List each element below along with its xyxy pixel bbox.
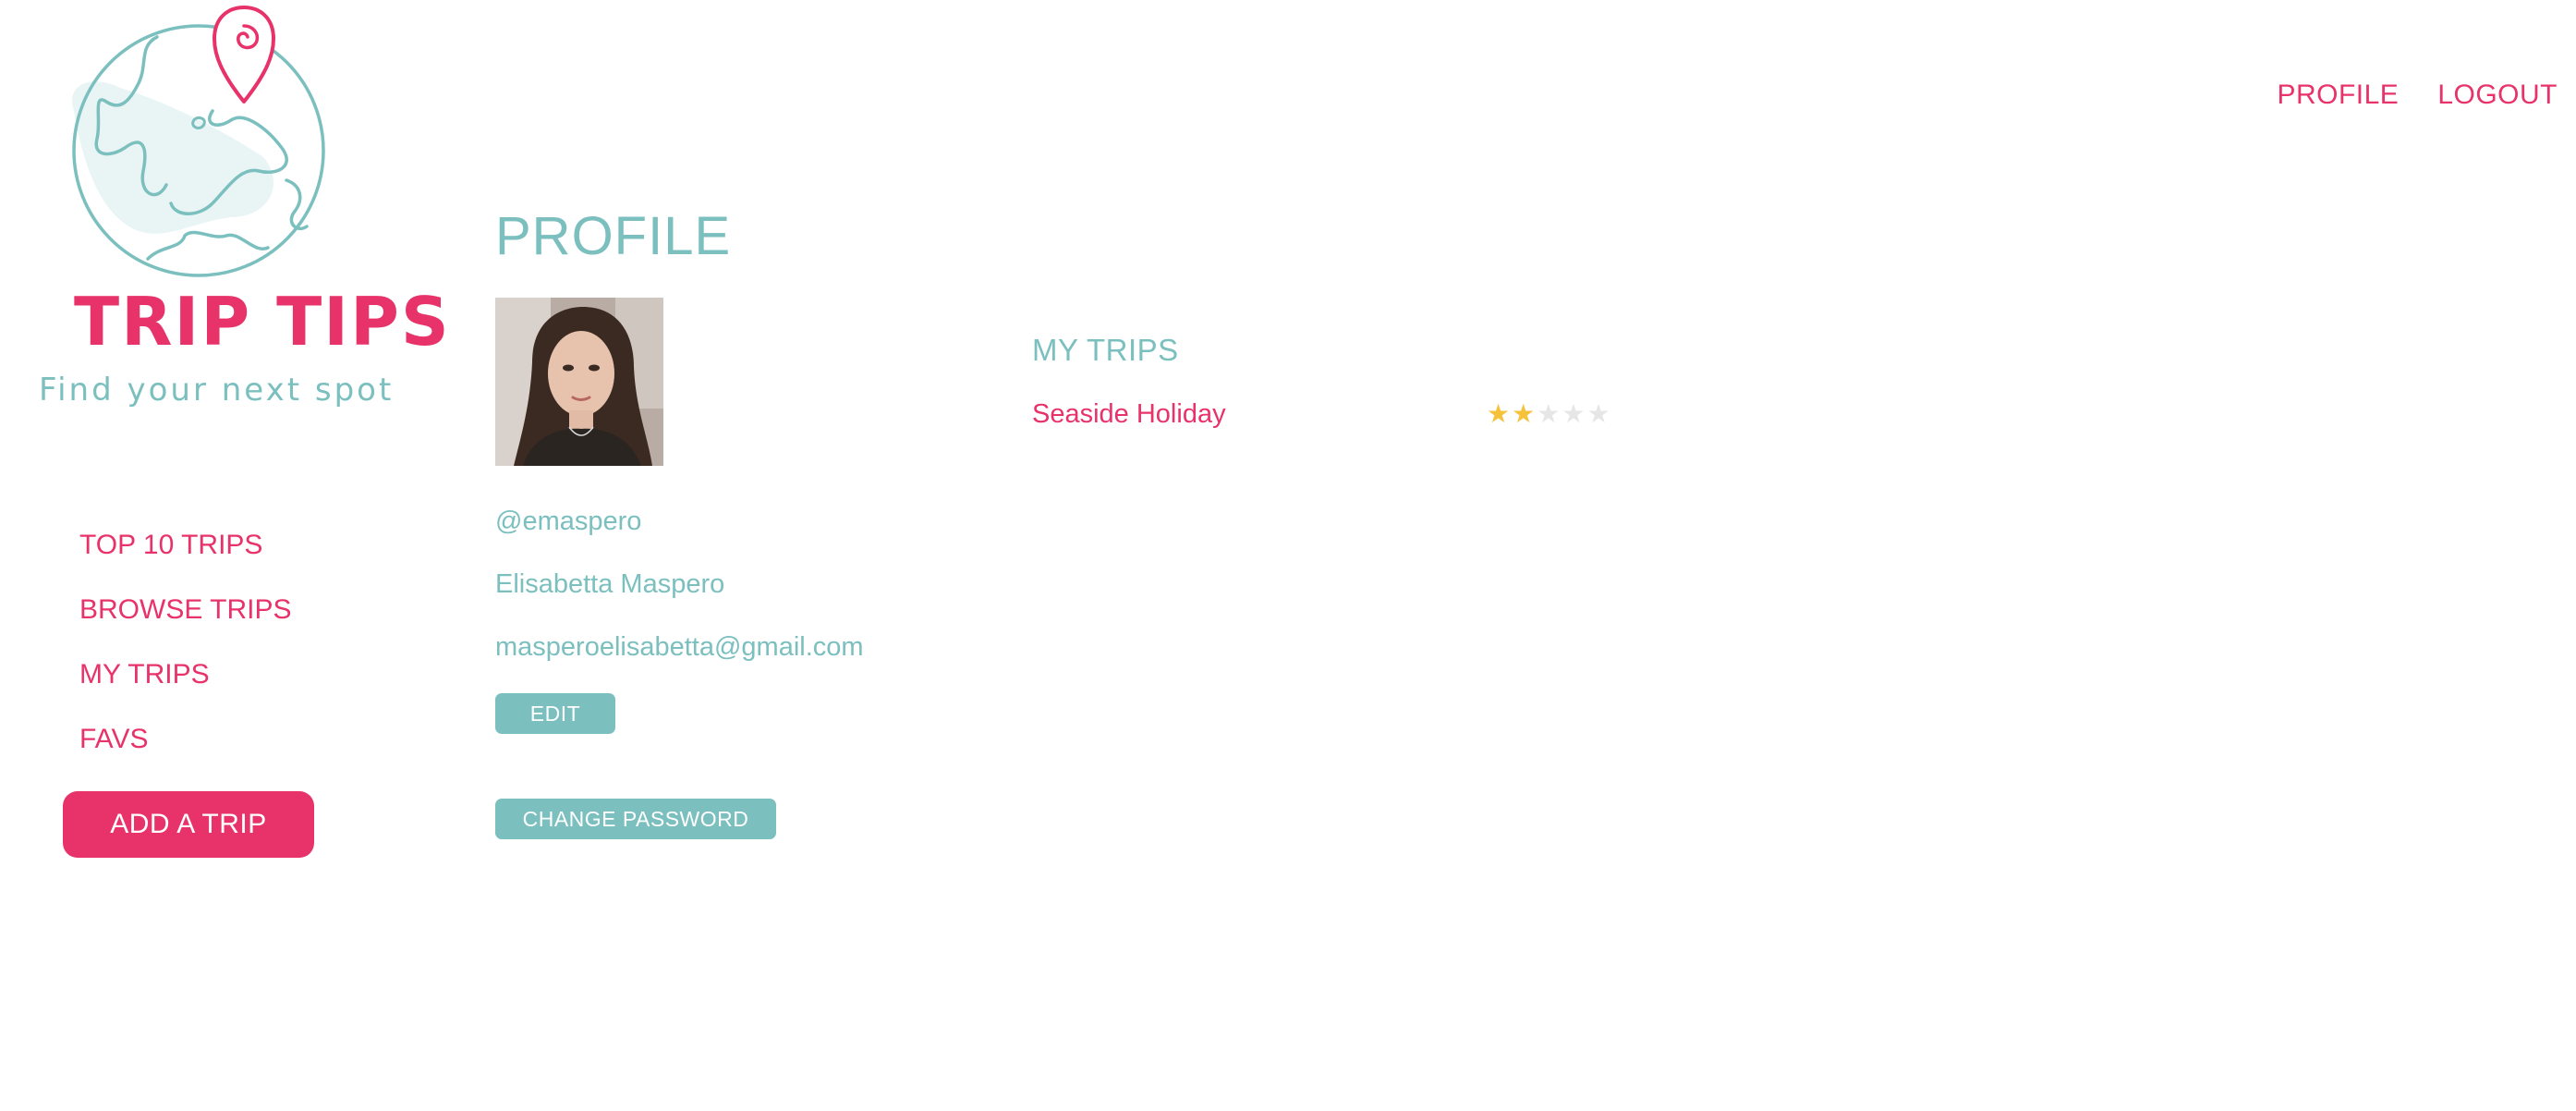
brand-title: TRIP TIPS xyxy=(74,283,451,360)
brand-tagline: Find your next spot xyxy=(39,372,395,409)
sidebar-menu: TOP 10 TRIPS BROWSE TRIPS MY TRIPS FAVS xyxy=(79,531,291,754)
star-icon: ★ xyxy=(1537,398,1561,429)
star-icon: ★ xyxy=(1487,398,1511,429)
trip-name-link[interactable]: Seaside Holiday xyxy=(1032,399,1226,430)
profile-email: masperoelisabetta@gmail.com xyxy=(495,632,864,662)
avatar xyxy=(495,298,663,466)
sidebar-item-favs[interactable]: FAVS xyxy=(79,725,291,754)
globe-with-map-pin-icon[interactable] xyxy=(55,0,342,287)
star-icon: ★ xyxy=(1561,398,1586,429)
add-trip-button[interactable]: ADD A TRIP xyxy=(63,791,314,858)
nav-profile-link[interactable]: PROFILE xyxy=(2277,79,2399,111)
sidebar-item-my-trips[interactable]: MY TRIPS xyxy=(79,660,291,690)
star-icon: ★ xyxy=(1512,398,1536,429)
trip-rating: ★ ★ ★ ★ ★ xyxy=(1487,399,1610,429)
star-icon: ★ xyxy=(1586,398,1610,429)
my-trips-heading: MY TRIPS xyxy=(1032,333,1179,367)
top-nav: PROFILE LOGOUT xyxy=(2277,79,2558,111)
sidebar-item-top-10-trips[interactable]: TOP 10 TRIPS xyxy=(79,531,291,560)
change-password-button[interactable]: CHANGE PASSWORD xyxy=(495,799,776,839)
nav-logout-link[interactable]: LOGOUT xyxy=(2437,79,2558,111)
profile-full-name: Elisabetta Maspero xyxy=(495,569,725,599)
edit-profile-button[interactable]: EDIT xyxy=(495,693,615,734)
sidebar-item-browse-trips[interactable]: BROWSE TRIPS xyxy=(79,595,291,625)
profile-username: @emaspero xyxy=(495,507,642,536)
trip-row: Seaside Holiday ★ ★ ★ ★ ★ xyxy=(1032,399,1623,433)
page-title: PROFILE xyxy=(495,206,732,266)
